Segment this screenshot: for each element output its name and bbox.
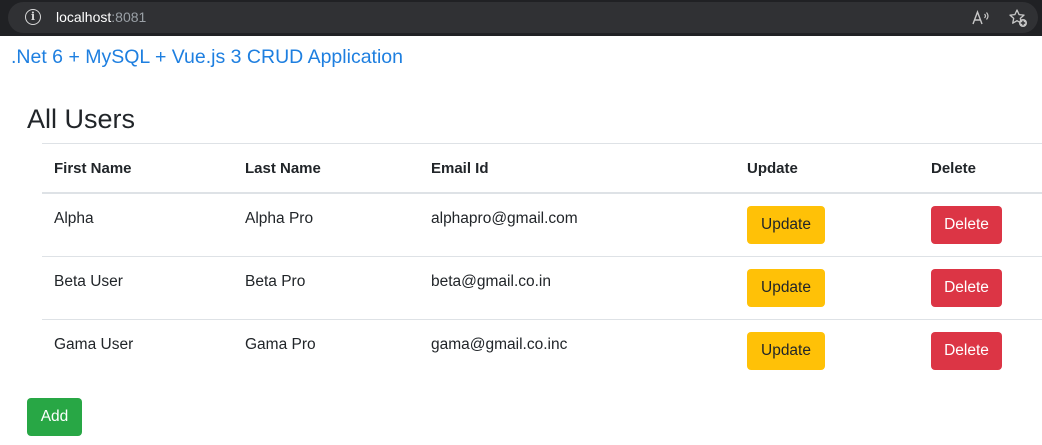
header-last-name: Last Name <box>245 160 321 177</box>
table-row: Beta User Beta Pro beta@gmail.co.in Upda… <box>42 257 1042 320</box>
table-row: Gama User Gama Pro gama@gmail.co.inc Upd… <box>42 320 1042 383</box>
browser-toolbar: i localhost:8081 <box>0 0 1042 36</box>
delete-button[interactable]: Delete <box>931 206 1002 244</box>
update-button[interactable]: Update <box>747 332 825 370</box>
delete-button[interactable]: Delete <box>931 332 1002 370</box>
url-host: localhost <box>56 9 112 25</box>
cell-first-name: Beta User <box>54 273 123 290</box>
cell-email: beta@gmail.co.in <box>431 273 551 290</box>
header-email: Email Id <box>431 160 489 177</box>
page-title: All Users <box>27 104 136 134</box>
header-first-name: First Name <box>54 160 132 177</box>
cell-last-name: Beta Pro <box>245 273 306 290</box>
cell-last-name: Gama Pro <box>245 336 316 353</box>
add-favorite-icon[interactable] <box>1008 8 1028 28</box>
cell-last-name: Alpha Pro <box>245 210 314 227</box>
header-delete: Delete <box>931 160 977 177</box>
update-button[interactable]: Update <box>747 206 825 244</box>
app-title: .Net 6 + MySQL + Vue.js 3 CRUD Applicati… <box>11 46 403 68</box>
url-port: :8081 <box>111 9 147 25</box>
users-table: First Name Last Name Email Id Update Del… <box>42 143 1042 383</box>
add-button[interactable]: Add <box>27 398 82 436</box>
table-header-row: First Name Last Name Email Id Update Del… <box>42 143 1042 194</box>
cell-first-name: Gama User <box>54 336 134 353</box>
cell-email: gama@gmail.co.inc <box>431 336 568 353</box>
address-bar[interactable]: i localhost:8081 <box>8 2 1038 33</box>
info-icon[interactable]: i <box>25 9 41 25</box>
header-update: Update <box>747 160 798 177</box>
url-text[interactable]: localhost:8081 <box>56 9 146 26</box>
cell-first-name: Alpha <box>54 210 94 227</box>
delete-button[interactable]: Delete <box>931 269 1002 307</box>
read-aloud-icon[interactable] <box>972 10 990 26</box>
table-row: Alpha Alpha Pro alphapro@gmail.com Updat… <box>42 194 1042 257</box>
cell-email: alphapro@gmail.com <box>431 210 578 227</box>
update-button[interactable]: Update <box>747 269 825 307</box>
